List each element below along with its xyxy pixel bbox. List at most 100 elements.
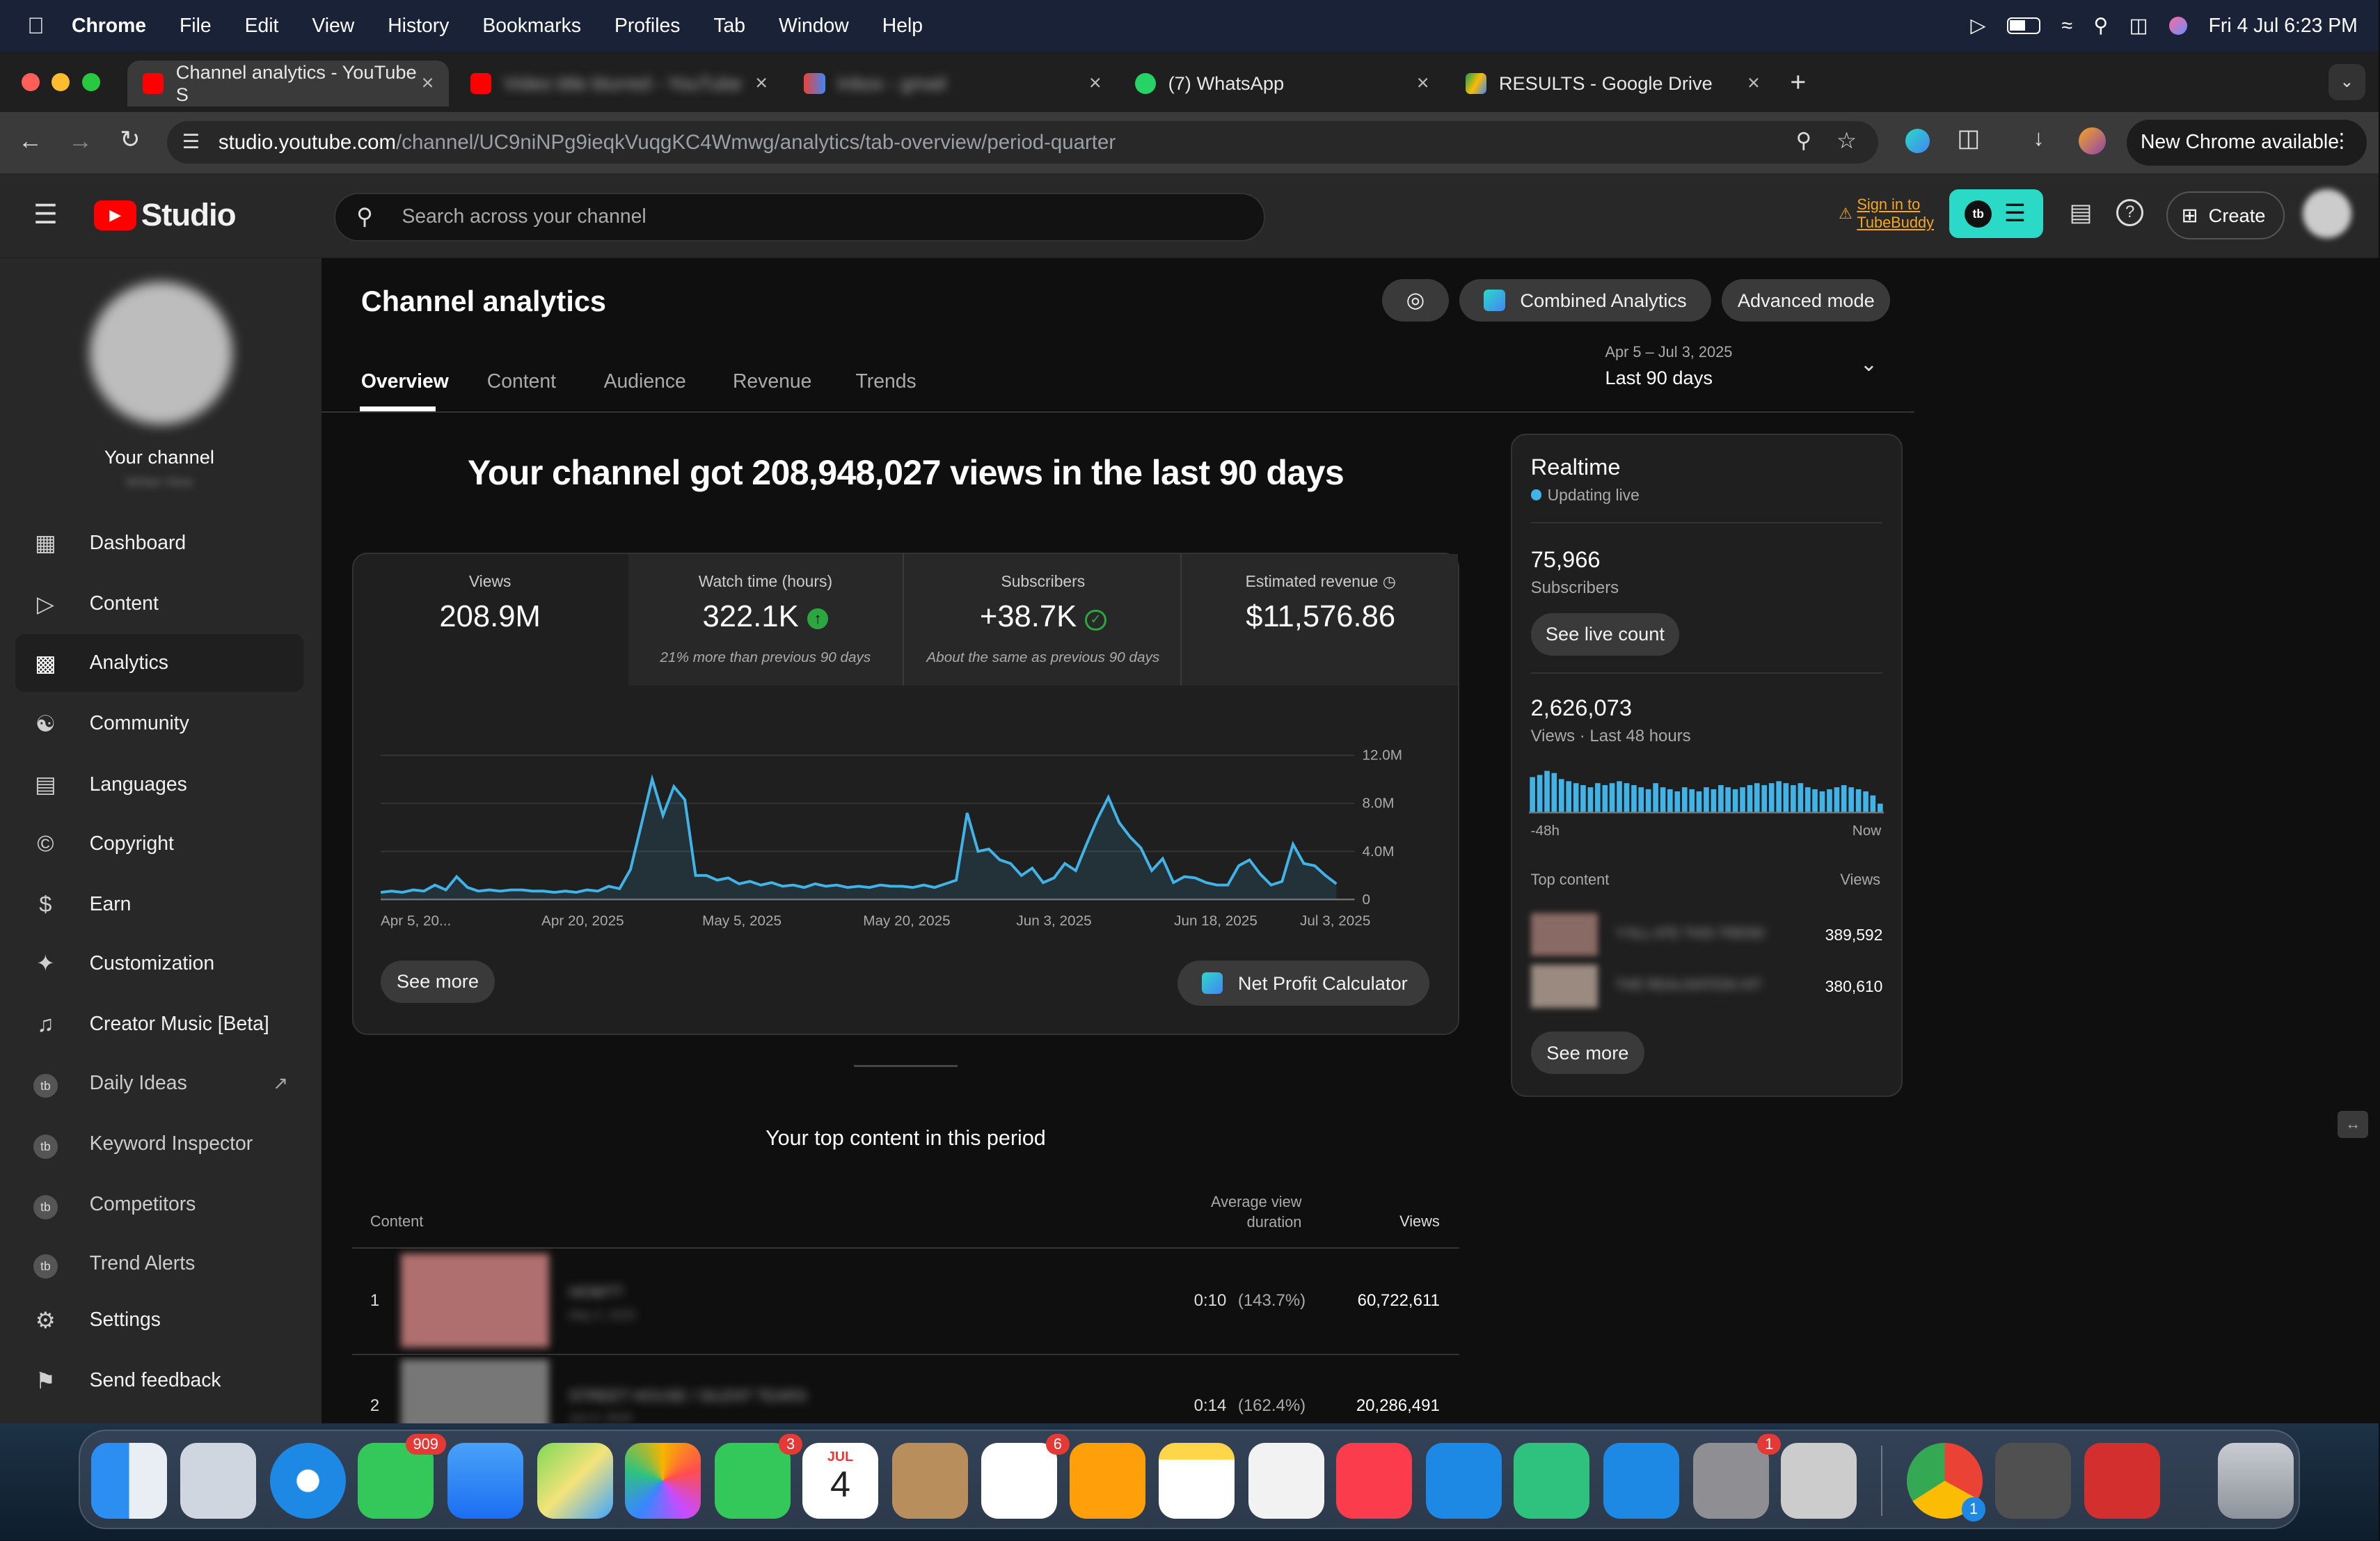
close-window-button[interactable] <box>21 72 40 91</box>
play-icon[interactable]: ▷ <box>1971 14 1986 38</box>
menu-clock[interactable]: Fri 4 Jul 6:23 PM <box>2209 15 2358 38</box>
trash-icon[interactable] <box>2217 1442 2294 1519</box>
freeform-icon[interactable] <box>1248 1442 1324 1519</box>
minimize-window-button[interactable] <box>51 72 70 91</box>
calendar-icon[interactable]: JUL 4 <box>802 1442 879 1519</box>
reload-icon[interactable]: ↻ <box>120 126 140 154</box>
sidebar-item-trend-alerts[interactable]: tb Trend Alerts <box>15 1235 303 1293</box>
menu-edit[interactable]: Edit <box>245 15 279 38</box>
create-button[interactable]: ⊞ Create <box>2166 191 2285 240</box>
forward-icon[interactable]: → <box>68 127 93 155</box>
your-channel-label[interactable]: Your channel <box>0 446 319 468</box>
music-icon[interactable] <box>1336 1442 1413 1519</box>
studio-logo[interactable]: ▶ Studio <box>94 197 237 233</box>
menu-help[interactable]: Help <box>882 15 923 38</box>
iphone-mirror-icon[interactable] <box>1781 1442 1857 1519</box>
realtime-see-more-button[interactable]: See more <box>1530 1032 1645 1075</box>
combined-analytics-button[interactable]: Combined Analytics <box>1459 279 1712 322</box>
maps-icon[interactable] <box>537 1442 613 1519</box>
battery-icon[interactable] <box>2006 17 2040 35</box>
zoom-window-button[interactable] <box>81 72 100 91</box>
sidebar-item-content[interactable]: ▷ Content <box>15 575 303 633</box>
tab-trends[interactable]: Trends <box>856 370 917 393</box>
menu-file[interactable]: File <box>180 15 212 38</box>
close-tab-icon[interactable]: × <box>755 71 768 95</box>
menu-window[interactable]: Window <box>779 15 849 38</box>
sidebar-item-send-feedback[interactable]: ⚑ Send feedback <box>15 1352 303 1409</box>
contacts-icon[interactable] <box>891 1442 968 1519</box>
tab-gmail[interactable]: Inbox - gmail × <box>789 61 1117 106</box>
close-tab-icon[interactable]: × <box>1417 71 1429 95</box>
settings-icon[interactable]: 1 <box>1692 1433 1782 1519</box>
tab-overview[interactable]: Overview <box>361 370 449 393</box>
tab-whatsapp[interactable]: (7) WhatsApp × <box>1120 61 1445 106</box>
control-center-icon[interactable]: ◫ <box>2129 14 2148 38</box>
sidebar-item-daily-ideas[interactable]: tb Daily Ideas ↗ <box>15 1054 303 1112</box>
search-input[interactable]: ⚲ Search across your channel <box>333 192 1266 242</box>
menu-view[interactable]: View <box>312 15 354 38</box>
siri-icon[interactable] <box>2168 16 2188 35</box>
messages-icon[interactable]: ▤ <box>2070 199 2093 227</box>
menu-bookmarks[interactable]: Bookmarks <box>482 15 581 38</box>
views-area-chart[interactable]: 12.0M 8.0M 4.0M 0 Apr 5, 20... Apr 20, 2025 Ma… <box>364 737 1426 934</box>
tubebuddy-menu-button[interactable]: tb ☰ <box>1949 189 2044 239</box>
realtime-top-item[interactable]: THE REALISATION HIT 380,610 <box>1530 965 1882 1008</box>
reminders-icon[interactable]: 6 <box>981 1433 1070 1519</box>
hamburger-menu-icon[interactable]: ☰ <box>33 199 58 230</box>
see-live-count-button[interactable]: See live count <box>1530 613 1680 656</box>
safari-icon[interactable] <box>269 1442 346 1519</box>
table-row[interactable]: 2 STREET HOUSE / SILENT TEARS Jun 4, 202… <box>352 1357 1459 1423</box>
tubebuddy-signin-link[interactable]: Sign in to TubeBuddy ⚠ <box>1839 196 1934 232</box>
mail-icon[interactable] <box>447 1442 523 1519</box>
sidebar-item-keyword-inspector[interactable]: tb Keyword Inspector <box>15 1115 303 1173</box>
screenshot-camera-button[interactable]: ◎ <box>1381 279 1449 322</box>
new-tab-icon[interactable]: + <box>1790 67 1806 98</box>
tab-search-icon[interactable]: ⌄ <box>2329 63 2365 100</box>
keynote-icon[interactable] <box>1426 1442 1502 1519</box>
sidebar-item-settings[interactable]: ⚙ Settings <box>15 1291 303 1349</box>
numbers-icon[interactable] <box>1514 1442 1590 1519</box>
metric-subscribers[interactable]: Subscribers +38.7K ✓ About the same as p… <box>905 552 1182 686</box>
photos-icon[interactable] <box>624 1442 701 1519</box>
profile-avatar[interactable] <box>2078 127 2106 155</box>
close-tab-icon[interactable]: × <box>1089 71 1102 95</box>
menu-profiles[interactable]: Profiles <box>614 15 680 38</box>
sidebar-item-competitors[interactable]: tb Competitors <box>15 1176 303 1233</box>
help-icon[interactable]: ? <box>2116 198 2144 226</box>
advanced-mode-button[interactable]: Advanced mode <box>1722 279 1891 322</box>
extensions-puzzle-icon[interactable]: ◫ <box>1957 125 1980 152</box>
spotlight-icon[interactable]: ⚲ <box>2093 14 2108 38</box>
sidebar-item-earn[interactable]: $ Earn <box>15 876 303 933</box>
extension-icon[interactable] <box>1905 129 1930 154</box>
kebab-menu-icon[interactable]: ⋮ <box>2332 129 2351 152</box>
launchpad-icon[interactable] <box>180 1442 257 1519</box>
account-avatar[interactable] <box>2303 189 2351 239</box>
table-row[interactable]: 1 HOW?? May 2, 2025 0:10 (143.7%) 60,722… <box>352 1250 1459 1350</box>
tab-content[interactable]: Content <box>487 370 556 393</box>
metric-revenue[interactable]: Estimated revenue ◷ $11,576.86 <box>1183 553 1458 686</box>
calculator-icon[interactable] <box>1994 1442 2071 1519</box>
zoom-icon[interactable]: ⚲ <box>1796 129 1811 153</box>
sidebar-item-copyright[interactable]: © Copyright <box>15 815 303 873</box>
sidebar-item-customization[interactable]: ✦ Customization <box>15 935 303 993</box>
tab-youtube-video[interactable]: Video title blurred - YouTube × <box>455 61 783 106</box>
sidebar-item-dashboard[interactable]: ▦ Dashboard <box>15 514 303 572</box>
menu-history[interactable]: History <box>388 15 449 38</box>
net-profit-calculator-button[interactable]: Net Profit Calculator <box>1177 960 1429 1006</box>
realtime-top-item[interactable]: Y'ALL ATE THIS TREND 389,592 <box>1530 913 1882 956</box>
close-tab-icon[interactable]: × <box>1747 71 1760 95</box>
collapse-panel-icon[interactable]: ↔ <box>2338 1110 2368 1138</box>
close-tab-icon[interactable]: × <box>422 71 434 95</box>
sidebar-item-creator-music[interactable]: ♫ Creator Music [Beta] <box>15 995 303 1053</box>
channel-avatar[interactable] <box>89 282 232 425</box>
tab-google-drive[interactable]: RESULTS - Google Drive × <box>1450 61 1775 106</box>
address-bar[interactable]: ☰ studio.youtube.com/channel/UC9niNPg9ie… <box>166 121 1878 164</box>
tab-revenue[interactable]: Revenue <box>733 370 811 393</box>
chrome-icon[interactable]: 1 <box>1907 1442 1986 1522</box>
sidebar-item-community[interactable]: ☯ Community <box>15 695 303 752</box>
appstore-icon[interactable] <box>1603 1442 1680 1519</box>
notes-icon[interactable] <box>1159 1442 1235 1519</box>
sidebar-item-languages[interactable]: ▤ Languages <box>15 756 303 814</box>
menu-tab[interactable]: Tab <box>713 15 745 38</box>
realtime-bar-chart[interactable] <box>1529 766 1885 815</box>
